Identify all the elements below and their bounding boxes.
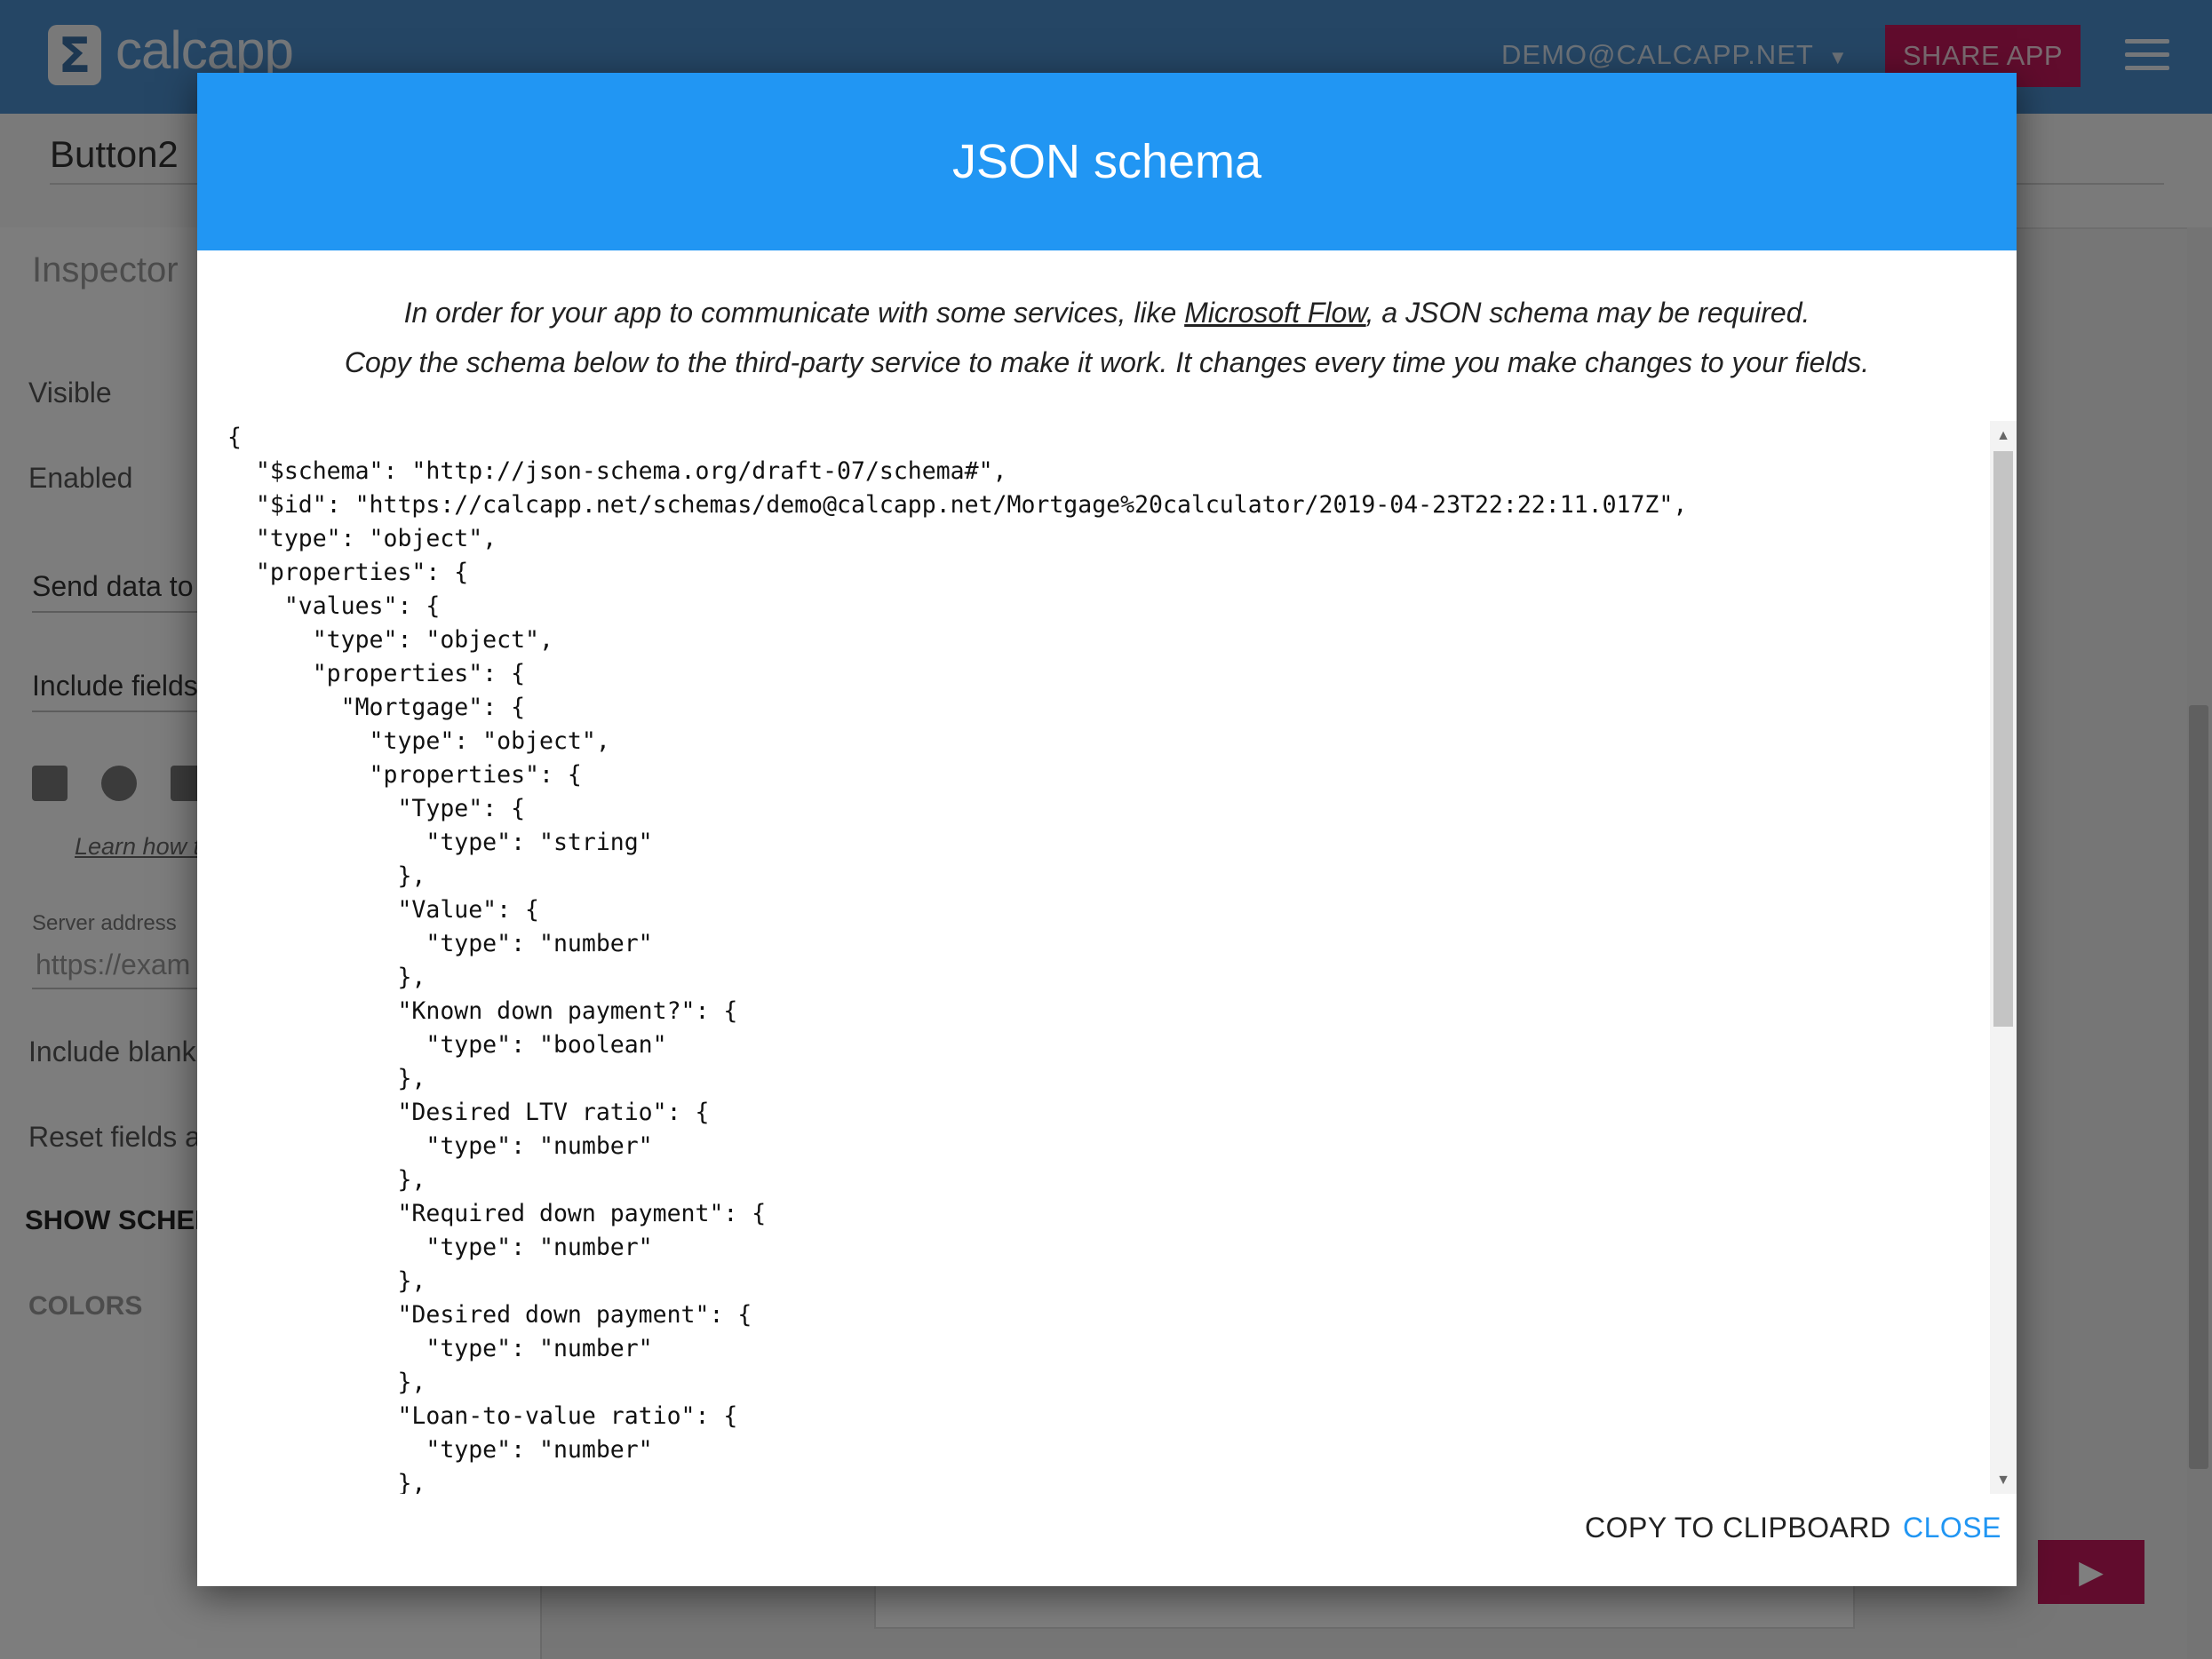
schema-scrollbar[interactable]: ▲ ▼ <box>1990 421 2017 1494</box>
scroll-up-arrow-icon[interactable]: ▲ <box>1990 426 2017 444</box>
dialog-header: JSON schema <box>197 73 2017 250</box>
intro-text-part2: , a JSON schema may be required. <box>1365 297 1810 329</box>
dialog-intro-line-2: Copy the schema below to the third-party… <box>344 346 1870 378</box>
schema-code-text[interactable]: { "$schema": "http://json-schema.org/dra… <box>227 421 1687 1494</box>
scroll-down-arrow-icon[interactable]: ▼ <box>1990 1471 2017 1488</box>
schema-scrollbar-thumb[interactable] <box>1993 451 2013 1027</box>
dialog-intro-line-1: In order for your app to communicate wit… <box>197 297 2017 329</box>
dialog-title: JSON schema <box>951 135 1262 188</box>
dialog-actions: COPY TO CLIPBOARD CLOSE <box>197 1512 2017 1565</box>
copy-to-clipboard-button[interactable]: COPY TO CLIPBOARD <box>1585 1512 1891 1544</box>
schema-code-area[interactable]: { "$schema": "http://json-schema.org/dra… <box>227 421 2004 1494</box>
json-schema-dialog: JSON schema In order for your app to com… <box>197 73 2017 1586</box>
close-button[interactable]: CLOSE <box>1903 1512 2001 1544</box>
microsoft-flow-link[interactable]: Microsoft Flow <box>1184 297 1365 329</box>
intro-text-part1: In order for your app to communicate wit… <box>403 297 1185 329</box>
